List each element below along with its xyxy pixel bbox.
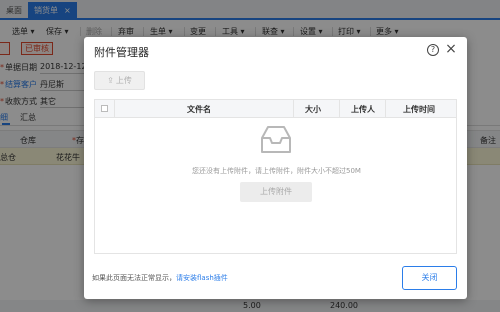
close-icon[interactable]: × — [444, 41, 458, 57]
col-uploader: 上传人 — [351, 105, 375, 114]
upload-icon: ⇪ — [107, 76, 114, 85]
upload-attachment-button[interactable]: 上传附件 — [240, 182, 312, 202]
attachment-manager-dialog: 附件管理器 ? × ⇪ 上传 文件名 大小 上传人 上传时间 您还没有上传附件，请… — [84, 37, 467, 299]
empty-message: 您还没有上传附件，请上传附件，附件大小不超过50M — [192, 167, 361, 175]
attachment-table: 文件名 大小 上传人 上传时间 您还没有上传附件，请上传附件，附件大小不超过50… — [94, 99, 457, 254]
help-icon[interactable]: ? — [427, 44, 439, 56]
select-all-checkbox[interactable] — [101, 105, 108, 112]
upload-button[interactable]: ⇪ 上传 — [94, 71, 145, 90]
empty-inbox-icon — [261, 126, 291, 153]
flash-notice-text: 如果此页面无法正常显示， — [92, 274, 176, 282]
col-size: 大小 — [305, 105, 321, 114]
install-flash-link[interactable]: 请安装flash插件 — [176, 274, 228, 282]
close-button[interactable]: 关闭 — [402, 266, 457, 290]
dialog-title: 附件管理器 — [94, 46, 149, 59]
flash-notice: 如果此页面无法正常显示，请安装flash插件 — [92, 273, 228, 283]
col-upload-time: 上传时间 — [403, 105, 435, 114]
col-file-name: 文件名 — [187, 105, 211, 114]
attachment-table-header: 文件名 大小 上传人 上传时间 — [95, 100, 456, 118]
